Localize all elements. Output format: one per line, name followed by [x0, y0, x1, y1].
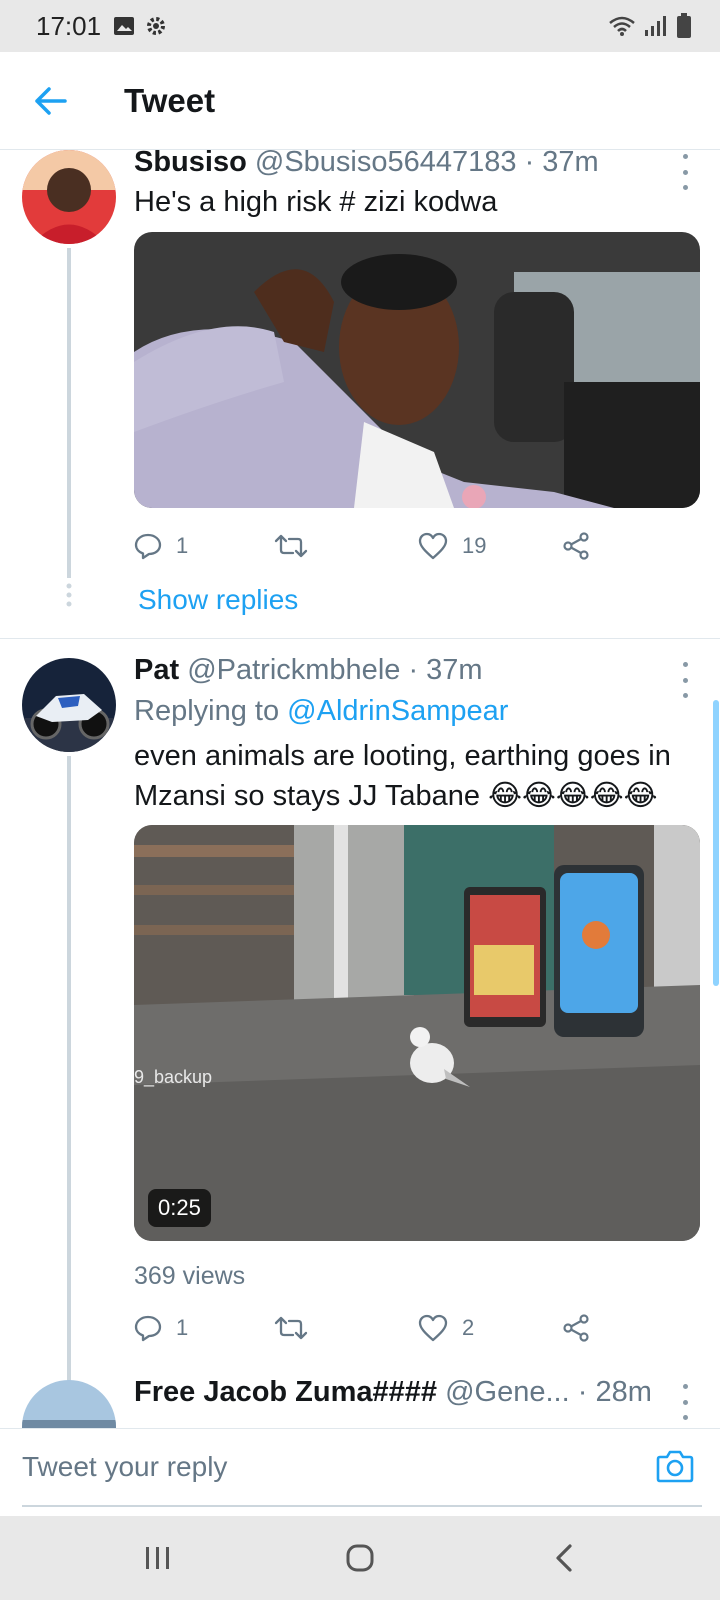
camera-button[interactable] — [656, 1449, 696, 1485]
home-button[interactable] — [340, 1538, 380, 1578]
tweet-pat[interactable]: Pat @Patrickmbhele · 37m Replying to @Al… — [0, 654, 720, 1428]
retweet-button[interactable] — [274, 1308, 322, 1348]
chevron-left-icon — [556, 1544, 572, 1572]
tweet-actions: 1 2 — [134, 1308, 634, 1348]
replying-to: Replying to @AldrinSampear — [134, 695, 508, 728]
like-count: 2 — [462, 1315, 475, 1340]
video-duration: 0:25 — [148, 1189, 211, 1227]
heart-icon — [418, 1314, 448, 1342]
tweet-actions: 1 19 — [134, 526, 634, 566]
share-button[interactable] — [562, 526, 590, 566]
tweet-time: · 28m — [577, 1376, 652, 1408]
share-icon — [563, 532, 589, 560]
tweet-thread[interactable]: Sbusiso @Sbusiso56447183 · 37m He's a hi… — [0, 150, 720, 1428]
thread-dots-icon — [66, 583, 72, 607]
status-bar: 17:01 — [0, 0, 720, 52]
status-time: 17:01 — [36, 10, 102, 41]
tweet-time: · 37m — [408, 654, 483, 686]
avatar[interactable] — [22, 658, 116, 752]
avatar[interactable] — [22, 150, 116, 244]
camera-icon — [656, 1450, 694, 1483]
tweet-header: Pat @Patrickmbhele · 37m — [134, 654, 483, 687]
like-button[interactable]: 2 — [418, 1308, 474, 1348]
reply-button[interactable]: 1 — [134, 526, 188, 566]
show-replies-link[interactable]: Show replies — [138, 584, 298, 616]
tweet-time: · 37m — [524, 150, 599, 178]
tweet-sbusiso[interactable]: Sbusiso @Sbusiso56447183 · 37m He's a hi… — [0, 150, 720, 638]
tweet-video[interactable]: 9_backup 0:25 — [134, 825, 700, 1241]
recent-apps-button[interactable] — [138, 1538, 178, 1578]
reply-icon — [134, 533, 162, 560]
share-icon — [563, 1314, 589, 1342]
retweet-icon — [274, 534, 308, 558]
scrollbar[interactable] — [713, 700, 719, 986]
thread-line — [67, 756, 71, 1428]
view-count: 369 views — [134, 1262, 246, 1290]
reply-icon — [134, 1315, 162, 1342]
like-count: 19 — [462, 533, 487, 558]
system-back-button[interactable] — [544, 1538, 584, 1578]
home-icon — [346, 1544, 374, 1572]
tweet-header: Free Jacob Zuma#### @Gene... · 28m — [134, 1376, 652, 1409]
share-button[interactable] — [562, 1308, 590, 1348]
page-title: Tweet — [124, 81, 216, 119]
retweet-button[interactable] — [274, 526, 322, 566]
tweet-image[interactable] — [134, 232, 700, 508]
video-watermark: 9_backup — [134, 1067, 212, 1088]
signal-icon — [645, 16, 666, 36]
arrow-left-icon — [35, 86, 67, 115]
system-navigation-bar — [0, 1516, 720, 1600]
wifi-icon — [609, 16, 635, 36]
more-options-icon[interactable] — [680, 1384, 690, 1420]
divider — [0, 638, 720, 639]
user-handle[interactable]: @Patrickmbhele — [187, 654, 400, 686]
reply-composer — [0, 1428, 720, 1516]
display-name[interactable]: Free Jacob Zuma#### — [134, 1376, 437, 1408]
more-options-icon[interactable] — [680, 662, 690, 698]
replying-handle-link[interactable]: @AldrinSampear — [287, 695, 508, 727]
like-button[interactable]: 19 — [418, 526, 486, 566]
gear-icon — [147, 17, 166, 35]
user-handle[interactable]: @Gene... — [445, 1376, 570, 1408]
image-icon — [114, 17, 135, 35]
tweet-free-jacob-zuma[interactable]: Free Jacob Zuma#### @Gene... · 28m — [0, 1376, 720, 1428]
reply-count: 1 — [176, 1315, 189, 1340]
user-handle[interactable]: @Sbusiso56447183 — [255, 150, 517, 178]
reply-button[interactable]: 1 — [134, 1308, 188, 1348]
tweet-reply-input[interactable] — [22, 1429, 702, 1507]
avatar[interactable] — [22, 1380, 116, 1428]
tweet-text: He's a high risk # zizi kodwa — [134, 186, 498, 218]
display-name[interactable]: Pat — [134, 654, 179, 686]
tweet-header: Sbusiso @Sbusiso56447183 · 37m — [134, 150, 599, 179]
replying-label: Replying to — [134, 695, 280, 727]
thread-line — [67, 248, 71, 578]
retweet-icon — [274, 1316, 308, 1340]
top-app-bar: Tweet — [0, 52, 720, 150]
back-button[interactable] — [0, 52, 100, 150]
display-name[interactable]: Sbusiso — [134, 150, 247, 178]
recent-apps-icon — [146, 1547, 169, 1569]
battery-icon — [677, 13, 691, 38]
heart-icon — [418, 532, 448, 560]
tweet-text: even animals are looting, earthing goes … — [134, 740, 671, 812]
reply-count: 1 — [176, 533, 189, 558]
